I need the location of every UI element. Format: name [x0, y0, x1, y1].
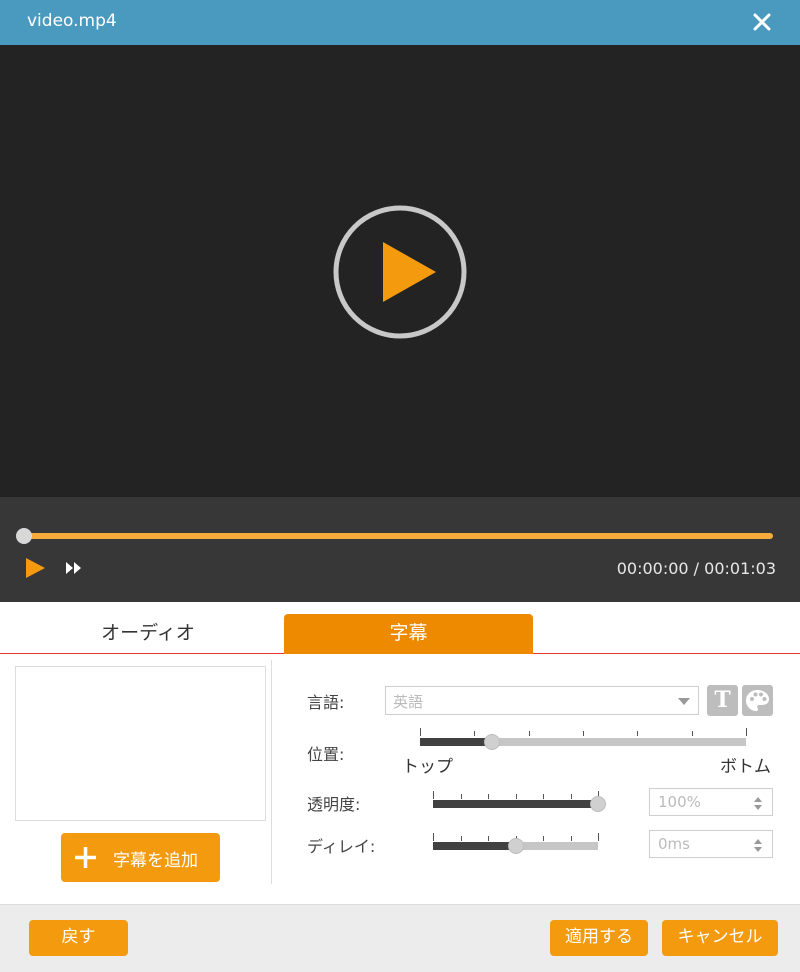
slider-tick [460, 836, 462, 841]
seek-bar[interactable] [16, 528, 773, 544]
plus-icon [75, 847, 96, 868]
tab-subtitle[interactable]: 字幕 [284, 614, 533, 654]
add-subtitle-button[interactable]: 字幕を追加 [61, 833, 220, 882]
language-value: 英語 [393, 693, 424, 711]
slider-tick [515, 794, 517, 799]
position-top-label: トップ [402, 757, 453, 777]
delay-stepper[interactable]: 0ms [649, 830, 773, 858]
cancel-button[interactable]: キャンセル [662, 920, 778, 956]
position-slider[interactable] [420, 734, 746, 750]
title-bar: video.mp4 [0, 0, 800, 45]
font-icon[interactable]: T [707, 685, 738, 716]
back-button[interactable]: 戻す [29, 920, 128, 956]
slider-tick [570, 836, 572, 841]
delay-value: 0ms [658, 835, 690, 853]
slider-tick [637, 731, 639, 736]
panel-divider [271, 660, 272, 884]
delay-slider-handle[interactable] [507, 838, 524, 854]
time-display: 00:00:00 / 00:01:03 [617, 559, 776, 578]
stepper-down-icon[interactable] [754, 847, 762, 852]
transparency-slider-fill [433, 800, 598, 808]
language-select[interactable]: 英語 [385, 686, 699, 715]
total-time: 00:01:03 [704, 559, 776, 578]
slider-tick [691, 731, 693, 736]
video-viewport[interactable] [0, 45, 800, 497]
transparency-slider[interactable] [433, 796, 606, 812]
window-title: video.mp4 [27, 11, 117, 31]
play-circle-icon[interactable] [333, 205, 467, 339]
close-icon[interactable] [750, 10, 774, 34]
fast-forward-icon[interactable] [64, 559, 84, 577]
position-label: 位置: [307, 745, 345, 764]
apply-button[interactable]: 適用する [550, 920, 648, 956]
time-separator: / [693, 559, 700, 578]
delay-slider[interactable] [433, 838, 598, 854]
stepper-up-icon[interactable] [754, 839, 762, 844]
slider-tick [474, 731, 476, 736]
tab-audio[interactable]: オーディオ [0, 614, 296, 654]
slider-tick [460, 794, 462, 799]
tab-bar: オーディオ 字幕 [0, 602, 800, 654]
transparency-value: 100% [658, 793, 701, 811]
slider-tick [543, 836, 544, 841]
slider-tick [543, 794, 544, 799]
slider-tick [433, 791, 434, 799]
play-icon[interactable] [24, 557, 46, 579]
transparency-ticks [433, 791, 599, 799]
slider-tick [488, 794, 489, 799]
seek-bar-handle[interactable] [16, 528, 32, 544]
position-bottom-label: ボトム [720, 757, 771, 777]
slider-tick [433, 833, 434, 841]
slider-tick [570, 794, 572, 799]
chevron-down-icon [678, 698, 690, 705]
slider-tick [420, 728, 421, 736]
stepper-down-icon[interactable] [754, 805, 762, 810]
slider-tick [746, 728, 747, 736]
subtitle-list[interactable] [15, 666, 266, 821]
palette-icon[interactable] [742, 685, 773, 716]
stepper-up-icon[interactable] [754, 797, 762, 802]
position-slider-fill [420, 738, 492, 746]
position-slider-handle[interactable] [483, 734, 500, 750]
delay-label: ディレイ: [307, 837, 376, 856]
slider-tick [583, 731, 584, 736]
playback-controls: 00:00:00 / 00:01:03 [0, 497, 800, 602]
language-label: 言語: [307, 693, 345, 712]
transparency-slider-handle[interactable] [590, 796, 606, 812]
footer-bar: 戻す 適用する キャンセル [0, 904, 800, 972]
transparency-stepper[interactable]: 100% [649, 788, 773, 816]
current-time: 00:00:00 [616, 559, 689, 578]
add-subtitle-label: 字幕を追加 [113, 851, 198, 871]
slider-tick [488, 836, 489, 841]
slider-tick [598, 833, 599, 841]
slider-tick [528, 731, 530, 736]
delay-slider-fill [433, 842, 516, 850]
position-ticks [420, 728, 747, 736]
transparency-label: 透明度: [307, 795, 361, 814]
